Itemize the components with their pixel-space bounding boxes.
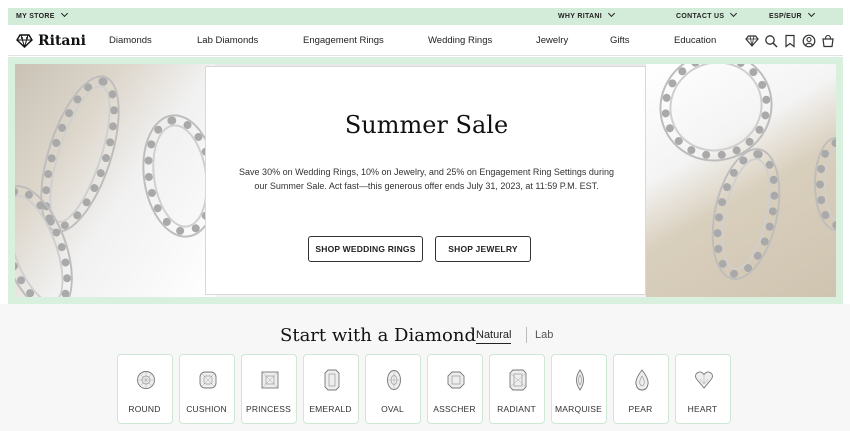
promo-card: Summer Sale Save 30% on Wedding Rings, 1… [205, 66, 646, 295]
hero-banner: Summer Sale Save 30% on Wedding Rings, 1… [8, 57, 843, 304]
shape-marquise[interactable]: MARQUISE [551, 354, 607, 424]
hero-right-photo [643, 64, 836, 297]
shape-emerald[interactable]: EMERALD [303, 354, 359, 424]
account-icon[interactable] [802, 34, 816, 48]
why-ritani-dropdown[interactable]: WHY RITANI [558, 8, 616, 25]
promo-description: Save 30% on Wedding Rings, 10% on Jewelr… [239, 167, 614, 191]
shape-label: PEAR [628, 404, 653, 414]
chevron-down-icon [607, 9, 616, 18]
shape-label: ROUND [128, 404, 161, 414]
emerald-diamond-icon [324, 369, 340, 391]
cushion-diamond-icon [199, 371, 217, 389]
nav-engagement-rings[interactable]: Engagement Rings [303, 26, 384, 56]
my-store-dropdown[interactable]: MY STORE [16, 8, 68, 25]
chevron-down-icon [60, 9, 68, 18]
shape-label: ASSCHER [433, 404, 476, 414]
brand-name: Ritani [38, 33, 86, 49]
contact-us-dropdown[interactable]: CONTACT US [676, 8, 738, 25]
promo-title: Summer Sale [344, 111, 509, 139]
nav-lab-diamonds[interactable]: Lab Diamonds [197, 26, 258, 56]
bookmark-icon[interactable] [783, 34, 797, 48]
nav-jewelry[interactable]: Jewelry [536, 26, 568, 56]
shape-cushion[interactable]: CUSHION [179, 354, 235, 424]
shape-round[interactable]: ROUND [117, 354, 173, 424]
nav-diamonds[interactable]: Diamonds [109, 26, 152, 56]
shape-label: PRINCESS [245, 404, 292, 414]
ring-image [703, 144, 789, 284]
shop-jewelry-button[interactable]: SHOP JEWELRY [435, 236, 531, 262]
shape-label: HEART [687, 404, 718, 414]
nav-wedding-rings[interactable]: Wedding Rings [428, 26, 492, 56]
utility-bar: MY STORE WHY RITANI CONTACT US ESP/EUR [8, 8, 843, 25]
brand-logo[interactable]: Ritani [16, 32, 86, 50]
diamond-shape-section: Start with a Diamond Natural Lab ROUND C… [0, 304, 850, 431]
tab-lab[interactable]: Lab [535, 329, 553, 341]
oval-diamond-icon [387, 370, 401, 390]
chevron-down-icon [730, 9, 738, 18]
shape-pear[interactable]: PEAR [613, 354, 669, 424]
diamond-icon[interactable] [745, 34, 759, 48]
shape-asscher[interactable]: ASSCHER [427, 354, 483, 424]
hero-left-photo [15, 64, 224, 297]
marquise-diamond-icon [576, 369, 584, 391]
main-nav: Ritani Diamonds Lab Diamonds Engagement … [8, 26, 843, 56]
pear-diamond-icon [635, 369, 649, 391]
currency-dropdown[interactable]: ESP/EUR [769, 8, 815, 25]
my-store-label: MY STORE [16, 13, 55, 20]
radiant-diamond-icon [509, 369, 527, 391]
asscher-diamond-icon [447, 371, 465, 389]
ring-image [816, 139, 836, 229]
currency-label: ESP/EUR [769, 13, 802, 20]
shape-radiant[interactable]: RADIANT [489, 354, 545, 424]
section-title: Start with a Diamond [280, 325, 476, 346]
shape-oval[interactable]: OVAL [365, 354, 421, 424]
shape-label: EMERALD [309, 404, 352, 414]
cart-icon[interactable] [821, 34, 835, 48]
nav-education[interactable]: Education [674, 26, 716, 56]
logo-mark-icon [16, 34, 33, 48]
shop-wedding-rings-button[interactable]: SHOP WEDDING RINGS [308, 236, 423, 262]
shape-label: CUSHION [186, 404, 227, 414]
shape-princess[interactable]: PRINCESS [241, 354, 297, 424]
shape-label: MARQUISE [555, 404, 602, 414]
why-ritani-label: WHY RITANI [558, 13, 602, 20]
shape-label: OVAL [381, 404, 404, 414]
tab-natural[interactable]: Natural [476, 329, 512, 344]
round-diamond-icon [137, 371, 155, 389]
tab-divider [526, 327, 527, 343]
shape-label: RADIANT [497, 404, 536, 414]
search-icon[interactable] [764, 34, 778, 48]
heart-diamond-icon [695, 371, 713, 389]
contact-us-label: CONTACT US [676, 13, 725, 20]
chevron-down-icon [807, 9, 815, 18]
princess-diamond-icon [261, 371, 279, 389]
shape-heart[interactable]: HEART [675, 354, 731, 424]
nav-gifts[interactable]: Gifts [610, 26, 630, 56]
hero-image: Summer Sale Save 30% on Wedding Rings, 1… [15, 64, 836, 297]
